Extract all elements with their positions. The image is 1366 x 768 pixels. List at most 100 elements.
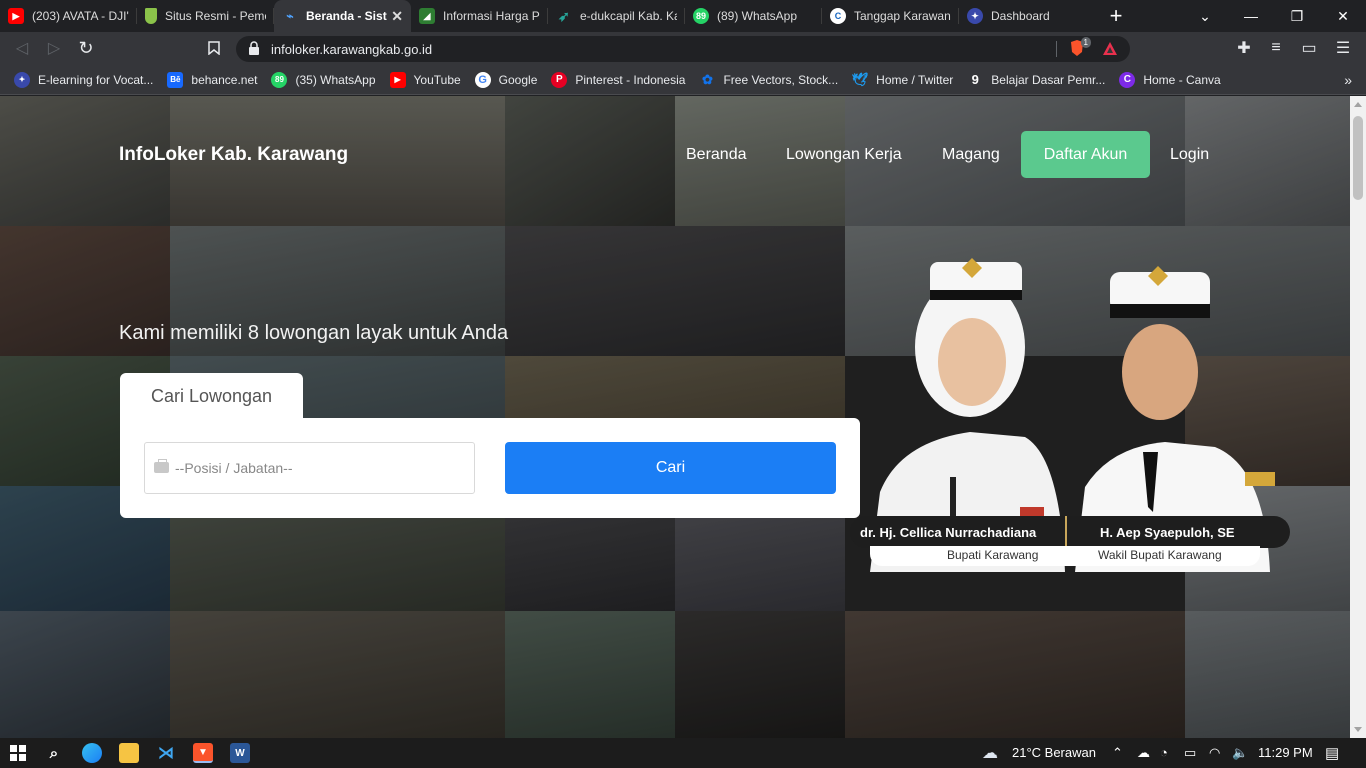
right-leader-name: H. Aep Syaepuloh, SE [1100,525,1235,540]
reload-button[interactable]: ↻ [76,38,96,58]
nav-link-jobs[interactable]: Lowongan Kerja [786,131,902,178]
leaders-roles-plate: Bupati Karawang Wakil Bupati Karawang [870,546,1260,566]
address-bar[interactable]: infoloker.karawangkab.go.id 1 [236,36,1130,62]
infoloker-icon: ⌁ [286,9,294,23]
browser-tab[interactable]: ▶ (203) AVATA - DJI's [0,0,137,32]
whatsapp-icon: 89 [271,71,288,88]
nav-link-internship[interactable]: Magang [942,131,1000,178]
lock-icon [249,41,259,55]
browser-tab-active[interactable]: ⌁ Beranda - Siste ✕ [274,0,411,32]
bookmark-item[interactable]: G Google [474,71,537,88]
freepik-icon: ✿ [701,71,713,87]
brave-icon[interactable]: ▼ [193,743,213,763]
briefcase-icon [154,459,169,473]
scroll-down-icon[interactable] [1354,727,1362,732]
close-window-button[interactable]: ✕ [1320,0,1366,32]
leaders-nameplate: dr. Hj. Cellica Nurrachadiana H. Aep Sya… [850,516,1290,566]
wallet-icon[interactable]: ▭ [1299,38,1319,58]
brave-rewards-icon[interactable] [1102,41,1118,57]
browser-tab[interactable]: 89 (89) WhatsApp [685,0,822,32]
network-icon[interactable]: ◔ [1160,745,1168,760]
nav-link-login[interactable]: Login [1170,131,1209,178]
bookmark-item[interactable]: C Home - Canva [1119,71,1221,88]
youtube-icon: ▶ [389,71,406,88]
browser-tab[interactable]: C Tanggap Karawang [822,0,959,32]
bookmark-item[interactable]: 🕊 Home / Twitter [852,72,953,88]
emblem-icon: ✦ [14,71,30,88]
forward-button[interactable]: ▷ [44,38,64,58]
twitter-icon: 🕊 [851,71,869,87]
tab-search-icon[interactable]: ⌄ [1182,0,1228,32]
google-icon: G [474,71,491,88]
seal-icon: ✦ [967,8,983,24]
wifi-icon[interactable]: ◠ [1209,745,1220,761]
search-card: Cari [120,418,860,518]
playlist-icon[interactable]: ≡ [1266,38,1286,58]
battery-icon[interactable]: ▭ [1184,745,1196,761]
bookmark-icon[interactable] [204,38,224,58]
bookmark-item[interactable]: ✦ E-learning for Vocat... [14,71,153,88]
bookmark-item[interactable]: 9 Belajar Dasar Pemr... [967,72,1106,88]
menu-icon[interactable]: ☰ [1333,38,1353,58]
new-tab-button[interactable]: + [1096,0,1136,32]
browser-tab[interactable]: ◢ Informasi Harga Pa [411,0,548,32]
bookmark-item[interactable]: Bē behance.net [167,71,257,88]
nav-link-home[interactable]: Beranda [686,131,747,178]
brave-shields-icon[interactable]: 1 [1069,37,1091,59]
search-button[interactable]: Cari [505,442,836,494]
site-brand[interactable]: InfoLoker Kab. Karawang [119,144,348,166]
bookmark-item[interactable]: ▶ YouTube [389,71,461,88]
extensions-icon[interactable]: ✚ [1234,38,1254,58]
bookmarks-bar: ✦ E-learning for Vocat... Bē behance.net… [0,65,1366,95]
right-leader-role: Wakil Bupati Karawang [1098,548,1222,562]
bookmark-item[interactable]: P Pinterest - Indonesia [551,71,685,88]
windows-taskbar: ⌕ ⋊ ▼ W ☁ 21°C Berawan ⌃ ☁ ◔ ▭ ◠ 🔈 11:29… [0,738,1366,768]
cloud-weather-icon[interactable]: ☁ [982,743,998,763]
leaf-icon: ◢ [419,8,435,24]
scrollbar-thumb[interactable] [1353,116,1363,200]
c-logo-icon: C [830,8,846,24]
whatsapp-icon: 89 [693,8,709,24]
vscode-icon[interactable]: ⋊ [156,743,176,763]
left-leader-role: Bupati Karawang [947,548,1039,562]
edge-icon[interactable] [82,743,102,763]
browser-tab[interactable]: ✦ Dashboard [959,0,1096,32]
file-explorer-icon[interactable] [119,743,139,763]
hero-tagline: Kami memiliki 8 lowongan layak untuk And… [119,322,509,344]
notifications-icon[interactable]: ▤ [1325,744,1339,762]
browser-tab-strip: ▶ (203) AVATA - DJI's Situs Resmi - Peme… [0,0,1366,32]
page-scrollbar[interactable] [1350,96,1366,738]
dicoding-icon: 9 [971,72,979,87]
close-tab-icon[interactable]: ✕ [391,8,403,25]
weather-text[interactable]: 21°C Berawan [1012,745,1096,760]
address-text: infoloker.karawangkab.go.id [271,42,433,57]
pinterest-icon: P [551,71,568,88]
browser-tab[interactable]: Situs Resmi - Peme [137,0,274,32]
word-icon[interactable]: W [230,743,250,763]
clock-time[interactable]: 11:29 PM [1258,745,1313,760]
volume-icon[interactable]: 🔈 [1232,745,1248,761]
canva-icon: C [1119,71,1136,88]
back-button[interactable]: ◁ [12,38,32,58]
behance-icon: Bē [167,71,184,88]
shield-crest-icon [145,8,157,24]
minimize-button[interactable]: — [1228,0,1274,32]
browser-tab[interactable]: ➶ e-dukcapil Kab. Ka [548,0,685,32]
more-bookmarks-icon[interactable]: » [1344,72,1352,88]
bookmark-item[interactable]: 89 (35) WhatsApp [271,71,376,88]
youtube-icon: ▶ [8,8,24,24]
bird-icon: ➶ [558,7,570,24]
show-hidden-icons-icon[interactable]: ⌃ [1112,745,1123,761]
search-tab[interactable]: Cari Lowongan [120,373,303,419]
onedrive-icon[interactable]: ☁ [1137,745,1150,761]
position-search-field[interactable] [144,442,475,494]
left-leader-name: dr. Hj. Cellica Nurrachadiana [860,525,1037,540]
scroll-up-icon[interactable] [1354,102,1362,107]
search-icon[interactable]: ⌕ [44,743,64,763]
restore-button[interactable]: ❐ [1274,0,1320,32]
register-button[interactable]: Daftar Akun [1021,131,1150,178]
windows-start-icon[interactable] [8,743,28,763]
bookmark-item[interactable]: ✿ Free Vectors, Stock... [699,72,838,88]
browser-toolbar: ◁ ▷ ↻ infoloker.karawangkab.go.id 1 ✚ ≡ … [0,32,1366,65]
position-search-input[interactable] [175,443,465,493]
